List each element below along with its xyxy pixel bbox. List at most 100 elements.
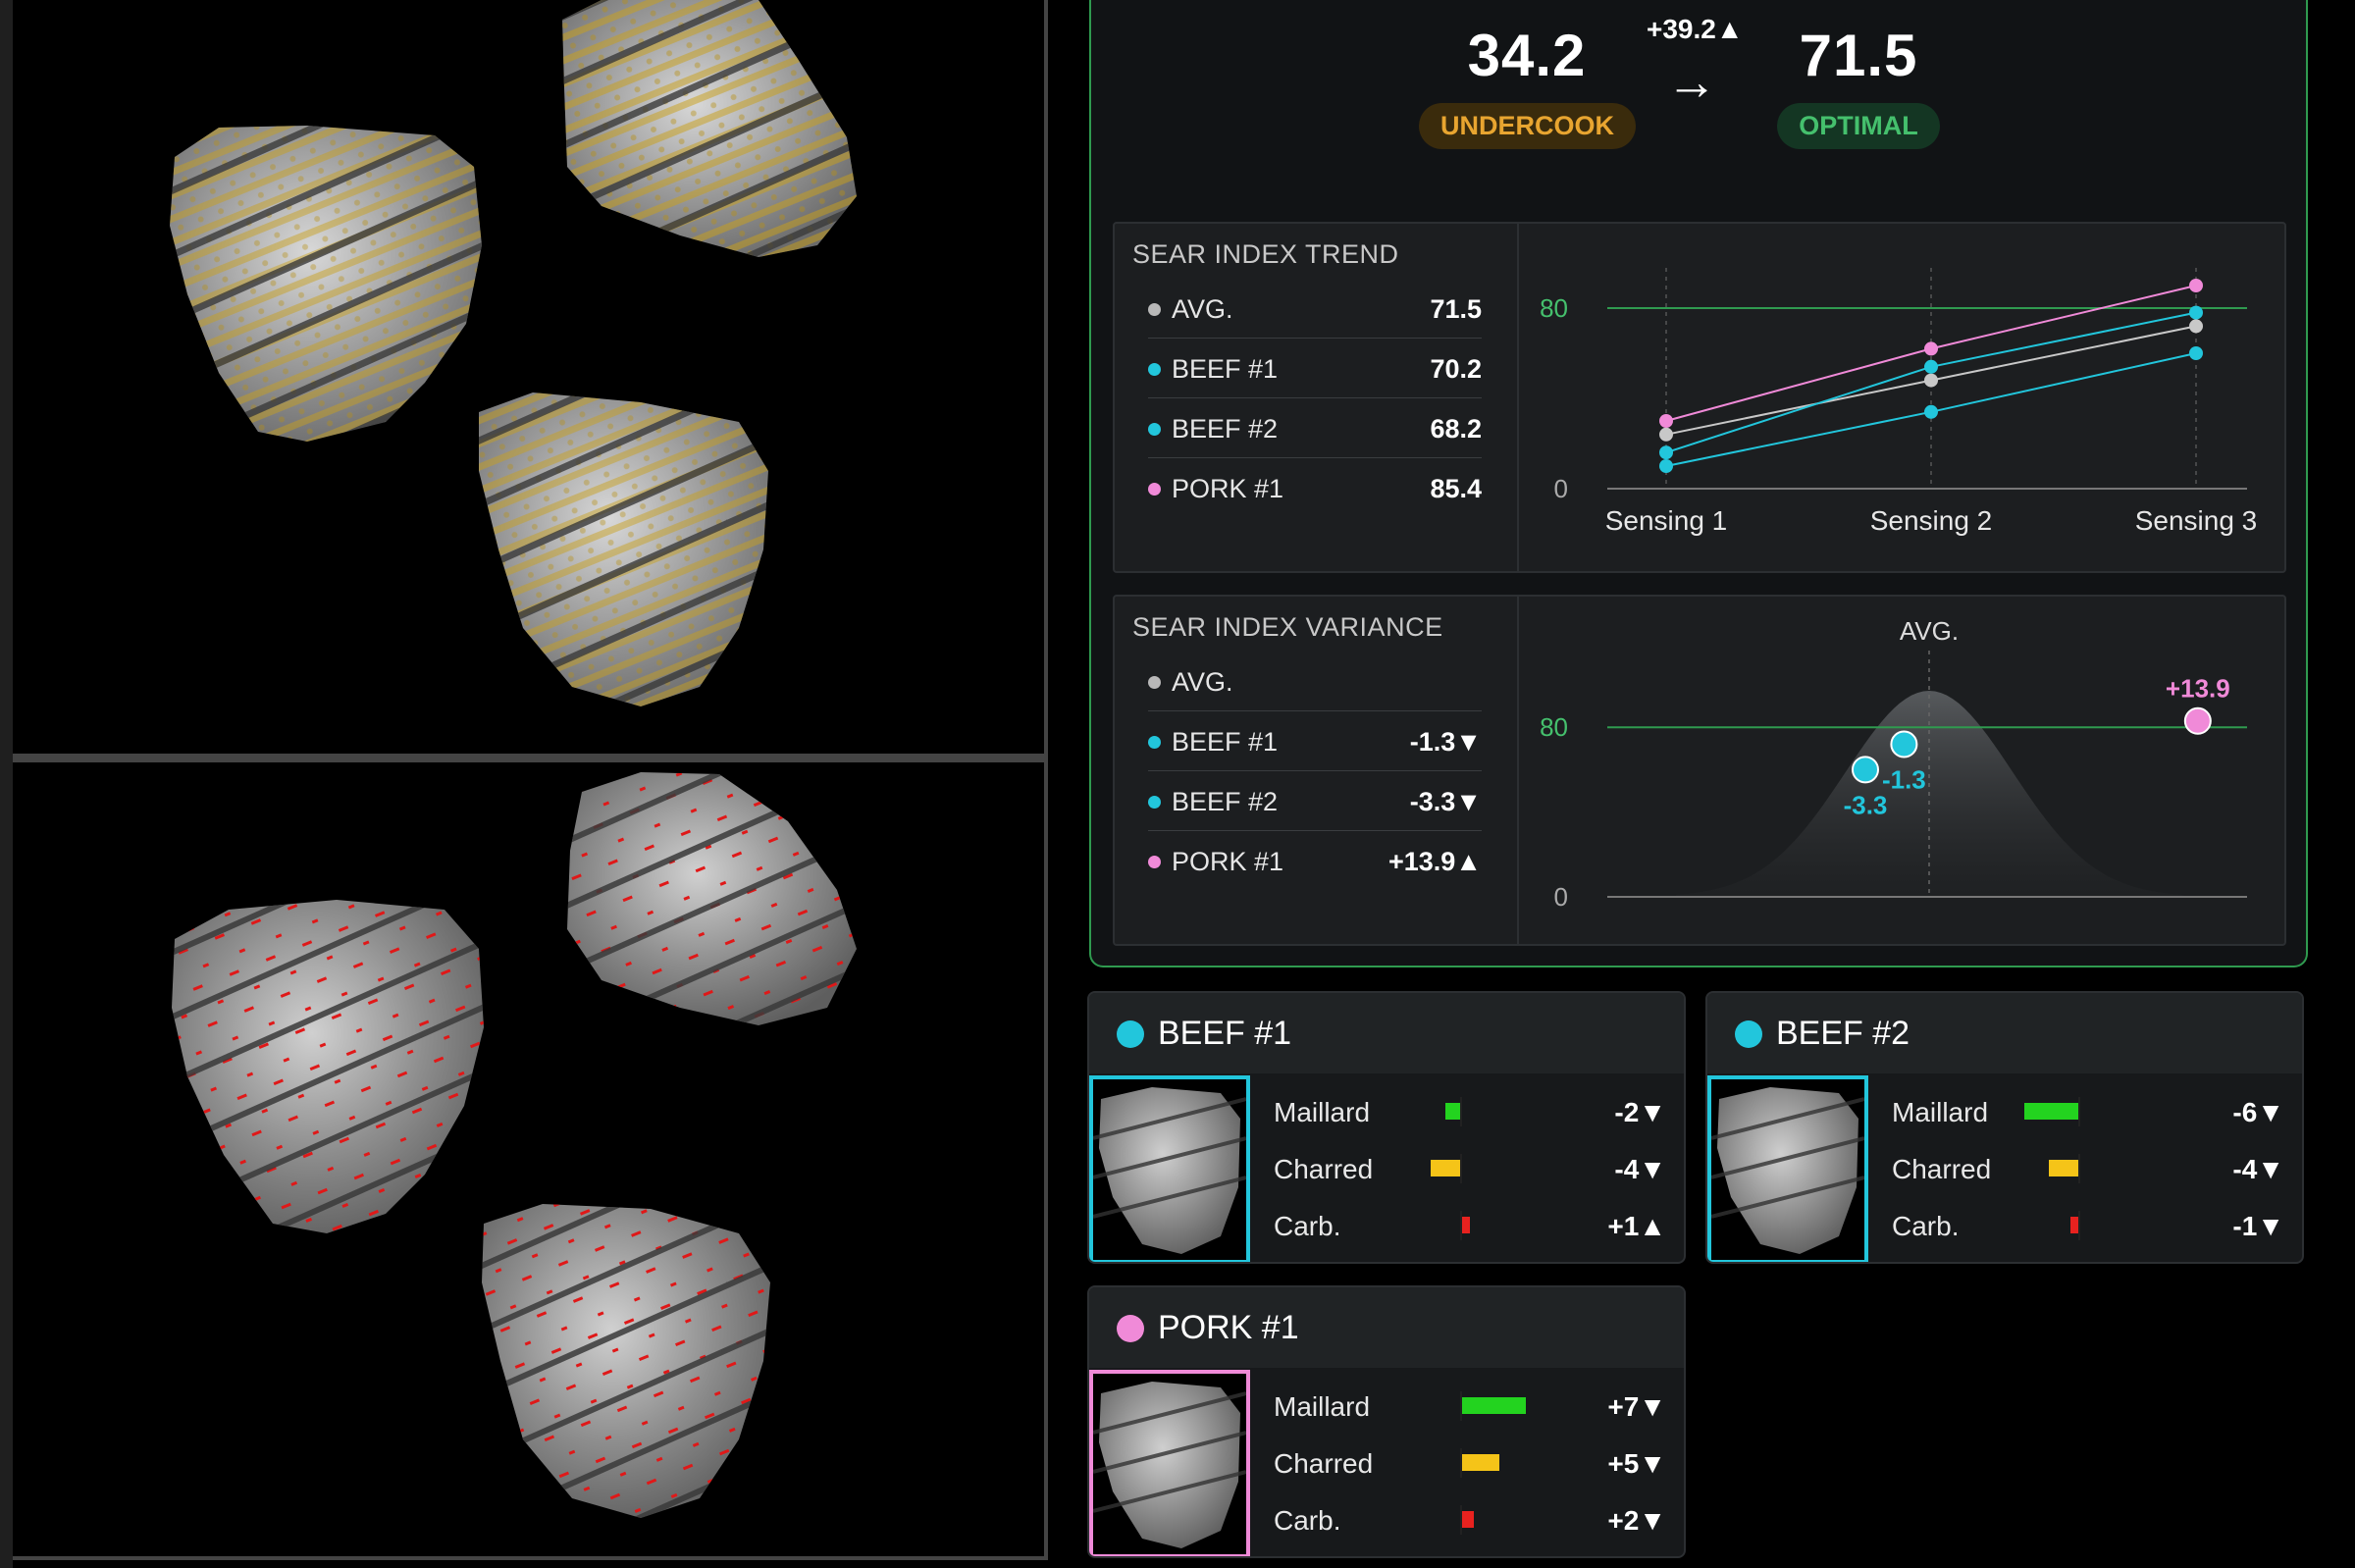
sear-index-trend-chart: 80 0 Sensing 1 Sensing 2 Sensing 3 bbox=[1540, 268, 2258, 536]
metric-bar bbox=[2024, 1103, 2078, 1120]
series-point bbox=[1659, 414, 1673, 428]
legend-dot bbox=[1148, 736, 1161, 749]
legend-dot bbox=[1148, 676, 1161, 689]
score-before: 34.2 UNDERCOOK bbox=[1419, 22, 1637, 149]
meat-thumbnail[interactable] bbox=[1089, 1370, 1250, 1556]
metric-carbonization: Carb. -1▼ bbox=[1892, 1207, 2284, 1246]
metric-value: +7▼ bbox=[1607, 1391, 1666, 1422]
metric-bar bbox=[1462, 1454, 1499, 1471]
metric-label: Maillard bbox=[1892, 1097, 1989, 1127]
carbonization-overlay-image bbox=[172, 772, 857, 1518]
metric-label: Carb. bbox=[1274, 1211, 1341, 1241]
metric-bar bbox=[1445, 1103, 1460, 1120]
variance-legend-beef2: BEEF #2 -3.3▼ bbox=[1148, 775, 1482, 831]
series-point bbox=[1659, 427, 1673, 442]
metric-bar bbox=[2070, 1217, 2078, 1233]
legend-name: BEEF #1 bbox=[1172, 354, 1279, 384]
metric-value: -4▼ bbox=[1614, 1154, 1666, 1184]
variance-legend-beef1: BEEF #1 -1.3▼ bbox=[1148, 715, 1482, 771]
series-point bbox=[1924, 404, 1938, 419]
variance-point bbox=[1890, 730, 1918, 758]
y-tick-label: 80 bbox=[1540, 293, 1568, 323]
metric-carbonization: Carb. +2▼ bbox=[1274, 1501, 1666, 1541]
metric-axis bbox=[2078, 1154, 2080, 1183]
metric-label: Maillard bbox=[1274, 1097, 1371, 1127]
meat-color-dot bbox=[1117, 1315, 1144, 1342]
series-point bbox=[2189, 279, 2203, 292]
metric-axis bbox=[1460, 1154, 1462, 1183]
metric-maillard: Maillard -6▼ bbox=[1892, 1093, 2284, 1132]
metric-label: Carb. bbox=[1892, 1211, 1960, 1241]
legend-value: 68.2 bbox=[1430, 414, 1482, 444]
metric-label: Charred bbox=[1274, 1448, 1374, 1479]
metric-value: +1▲ bbox=[1607, 1211, 1666, 1241]
legend-value: 71.5 bbox=[1430, 294, 1482, 324]
series-point bbox=[1659, 459, 1673, 473]
x-tick-label: Sensing 3 bbox=[2135, 505, 2258, 536]
meat-card-beef1[interactable]: BEEF #1 Maillard -2▼ Charred -4▼ Carb. +… bbox=[1087, 991, 1686, 1264]
meat-piece-2 bbox=[562, 0, 857, 257]
metric-value: +2▼ bbox=[1607, 1505, 1666, 1536]
legend-name: AVG. bbox=[1172, 667, 1233, 697]
meat-piece-5 bbox=[567, 772, 857, 1025]
legend-value: -1.3▼ bbox=[1409, 727, 1482, 757]
metric-bar bbox=[2049, 1160, 2078, 1176]
y-tick-label: 0 bbox=[1554, 474, 1568, 503]
legend-dot bbox=[1148, 856, 1161, 868]
score-after-value: 71.5 bbox=[1799, 23, 1918, 88]
meat-card-pork1[interactable]: PORK #1 Maillard +7▼ Charred +5▼ Carb. +… bbox=[1087, 1285, 1686, 1558]
legend-dot bbox=[1148, 423, 1161, 436]
arrow-right-icon: → bbox=[1666, 54, 1717, 111]
legend-value: 70.2 bbox=[1430, 354, 1482, 384]
x-tick-label: Sensing 2 bbox=[1870, 505, 1993, 536]
status-badge-undercook: UNDERCOOK bbox=[1419, 103, 1637, 149]
metric-axis bbox=[2078, 1211, 2080, 1240]
status-badge-optimal: OPTIMAL bbox=[1777, 103, 1940, 149]
meat-thumbnail[interactable] bbox=[1089, 1075, 1250, 1262]
score-delta: +39.2▲ bbox=[1647, 14, 1744, 44]
center-label: AVG. bbox=[1900, 616, 1959, 646]
legend-name: BEEF #2 bbox=[1172, 414, 1279, 444]
camera-views bbox=[0, 0, 1048, 1568]
metric-bar bbox=[1462, 1397, 1526, 1414]
y-tick-label: 0 bbox=[1554, 882, 1568, 912]
y-tick-label: 80 bbox=[1540, 712, 1568, 742]
meat-name: PORK #1 bbox=[1158, 1309, 1299, 1346]
variance-point-label: -3.3 bbox=[1844, 790, 1888, 819]
meat-name: BEEF #2 bbox=[1776, 1015, 1910, 1052]
maillard-overlay-image bbox=[170, 0, 857, 706]
series-point bbox=[2189, 346, 2203, 360]
meat-name: BEEF #1 bbox=[1158, 1015, 1292, 1052]
trend-legend-avg: AVG. 71.5 bbox=[1148, 283, 1482, 339]
metric-bar bbox=[1431, 1160, 1460, 1176]
meat-thumbnail[interactable] bbox=[1707, 1075, 1868, 1262]
metric-label: Charred bbox=[1274, 1154, 1374, 1184]
meat-card-header: PORK #1 bbox=[1089, 1287, 1684, 1368]
metric-bar bbox=[1462, 1217, 1470, 1233]
legend-value: -3.3▼ bbox=[1409, 787, 1482, 816]
sear-index-variance-chart: AVG. 80 0 -3.3-1.3 +13.9 bbox=[1540, 616, 2247, 912]
series-point bbox=[1924, 341, 1938, 356]
metric-label: Charred bbox=[1892, 1154, 1992, 1184]
series-point bbox=[1924, 359, 1938, 374]
series-point bbox=[1924, 373, 1938, 388]
meat-color-dot bbox=[1117, 1020, 1144, 1048]
legend-name: AVG. bbox=[1172, 294, 1233, 324]
variance-legend-pork1: PORK #1 +13.9▲ bbox=[1148, 835, 1482, 890]
metric-axis bbox=[2078, 1097, 2080, 1126]
metric-bar bbox=[1462, 1511, 1474, 1528]
metric-charred: Charred +5▼ bbox=[1274, 1444, 1666, 1484]
maillard-camera-view[interactable] bbox=[13, 0, 1048, 758]
legend-value: +13.9▲ bbox=[1387, 847, 1482, 876]
metric-value: +5▼ bbox=[1607, 1448, 1666, 1479]
metric-axis bbox=[1460, 1097, 1462, 1126]
metric-charred: Charred -4▼ bbox=[1892, 1150, 2284, 1189]
x-tick-label: Sensing 1 bbox=[1605, 505, 1728, 536]
carbonization-camera-view[interactable] bbox=[13, 758, 1048, 1560]
legend-dot bbox=[1148, 483, 1161, 496]
series-point bbox=[2189, 319, 2203, 334]
distribution-curve bbox=[1676, 691, 2186, 897]
legend-value: 85.4 bbox=[1430, 474, 1482, 503]
meat-card-beef2[interactable]: BEEF #2 Maillard -6▼ Charred -4▼ Carb. -… bbox=[1705, 991, 2304, 1264]
series-point bbox=[1659, 445, 1673, 460]
